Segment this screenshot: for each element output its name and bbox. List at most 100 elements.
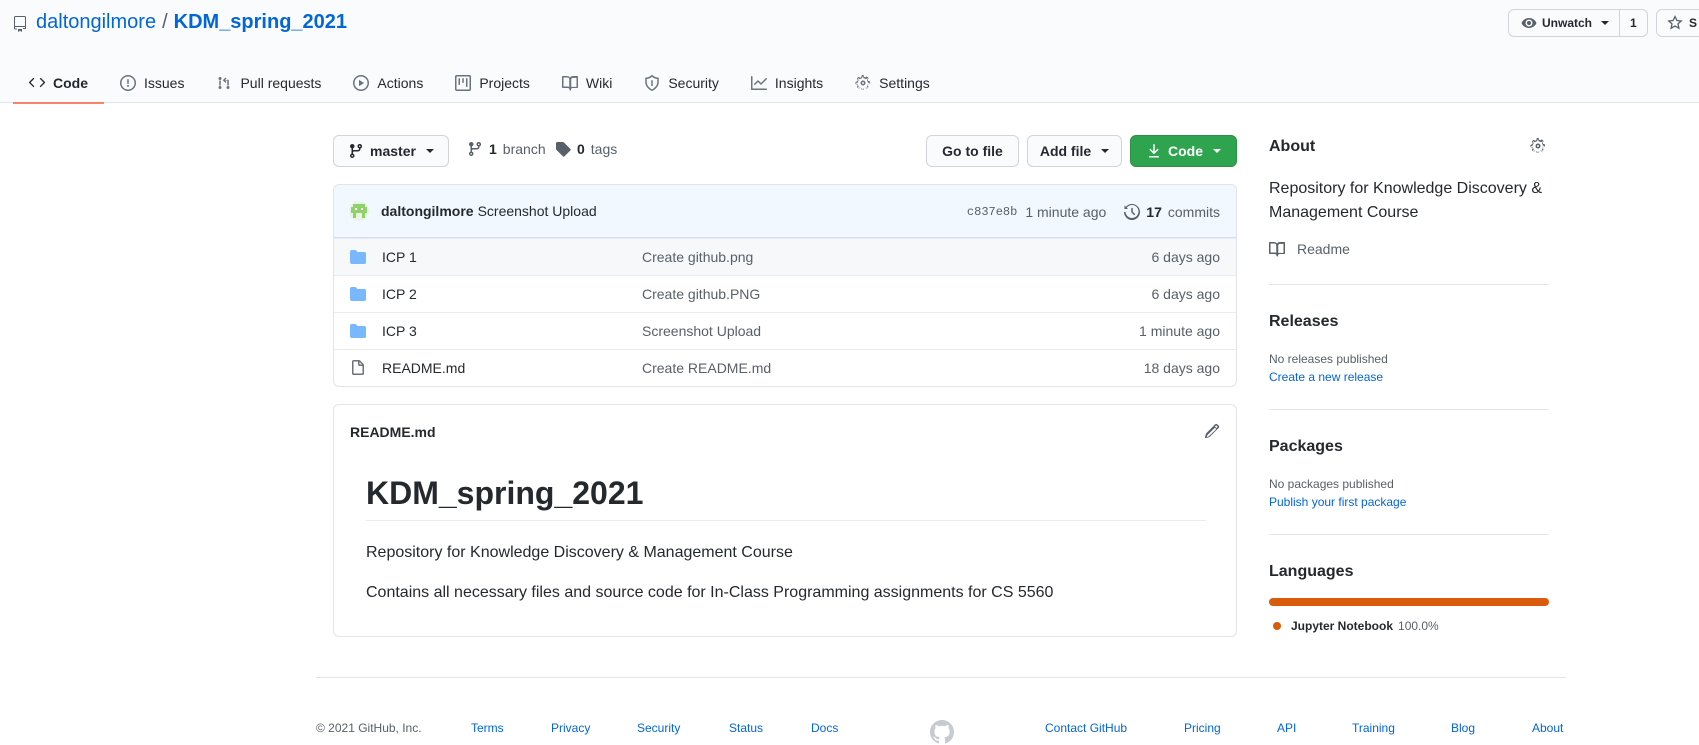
file-row[interactable]: README.md Create README.md 18 days ago [334, 349, 1236, 386]
repo-name-link[interactable]: KDM_spring_2021 [174, 11, 347, 34]
pencil-icon[interactable] [1204, 423, 1220, 439]
repo-icon [14, 15, 26, 32]
commits-link[interactable]: 17 commits [1124, 204, 1220, 220]
download-icon [1146, 143, 1162, 159]
footer-link-about[interactable]: About [1532, 721, 1563, 735]
footer-link-security[interactable]: Security [637, 721, 680, 735]
tab-label: Code [53, 74, 88, 91]
tab-pull-requests[interactable]: Pull requests [200, 62, 337, 103]
releases-heading[interactable]: Releases [1269, 313, 1338, 331]
tag-count: 0 [577, 141, 585, 157]
file-commit-message-link[interactable]: Create github.png [642, 249, 753, 265]
language-color-dot [1273, 622, 1281, 630]
tab-wiki[interactable]: Wiki [546, 62, 628, 103]
code-download-button[interactable]: Code [1130, 135, 1237, 167]
branch-name: master [370, 143, 416, 159]
packages-heading[interactable]: Packages [1269, 438, 1343, 456]
chevron-down-icon [1601, 21, 1610, 25]
file-age: 1 minute ago [1139, 323, 1220, 339]
footer-link-api[interactable]: API [1277, 721, 1296, 735]
tab-label: Security [668, 74, 719, 91]
languages-heading: Languages [1269, 563, 1354, 580]
star-button[interactable]: S [1656, 9, 1699, 37]
commit-count: 17 [1146, 203, 1162, 220]
folder-icon [350, 323, 366, 339]
footer-link-privacy[interactable]: Privacy [551, 721, 590, 735]
file-age: 18 days ago [1143, 360, 1220, 376]
github-logo-icon[interactable] [930, 720, 954, 744]
tab-label: Projects [479, 74, 530, 91]
star-icon [1667, 15, 1683, 31]
footer-link-terms[interactable]: Terms [471, 721, 504, 735]
readme-heading: KDM_spring_2021 [366, 475, 1206, 521]
footer-link-contact[interactable]: Contact GitHub [1045, 721, 1127, 735]
issue-icon [120, 74, 136, 91]
tab-label: Actions [377, 74, 424, 91]
language-bar [1269, 598, 1549, 606]
shield-icon [644, 74, 660, 91]
file-age: 6 days ago [1151, 249, 1221, 265]
repo-owner-link[interactable]: daltongilmore [36, 11, 156, 34]
tab-issues[interactable]: Issues [104, 62, 200, 103]
unwatch-button[interactable]: Unwatch [1509, 10, 1621, 36]
star-label: S [1689, 16, 1698, 30]
project-icon [455, 74, 472, 91]
file-name-link[interactable]: README.md [382, 360, 465, 376]
tab-actions[interactable]: Actions [337, 62, 439, 103]
sidebar-divider [1269, 534, 1549, 535]
commit-message-link[interactable]: Screenshot Upload [478, 203, 597, 219]
gear-icon [855, 74, 871, 91]
tab-settings[interactable]: Settings [839, 62, 946, 103]
footer-link-blog[interactable]: Blog [1451, 721, 1475, 735]
file-age: 6 days ago [1151, 286, 1221, 302]
avatar[interactable] [349, 201, 369, 221]
tab-label: Pull requests [240, 74, 322, 91]
tab-code[interactable]: Code [13, 62, 104, 104]
commit-author-link[interactable]: daltongilmore [381, 203, 474, 219]
code-button-label: Code [1168, 143, 1203, 159]
repo-title: daltongilmore / KDM_spring_2021 [14, 11, 347, 34]
tab-label: Insights [774, 74, 824, 91]
file-name-link[interactable]: ICP 2 [382, 286, 417, 302]
gear-icon[interactable] [1530, 138, 1546, 154]
tab-insights[interactable]: Insights [735, 62, 839, 103]
tag-icon [555, 141, 571, 157]
branch-select-button[interactable]: master [333, 135, 449, 167]
chevron-down-icon [1101, 149, 1110, 153]
footer-link-training[interactable]: Training [1352, 721, 1395, 735]
footer-link-status[interactable]: Status [729, 721, 763, 735]
file-row[interactable]: ICP 2 Create github.PNG 6 days ago [334, 275, 1236, 312]
tab-security[interactable]: Security [628, 62, 735, 103]
branch-count-label: branch [502, 141, 546, 157]
language-item[interactable]: Jupyter Notebook 100.0% [1273, 619, 1439, 633]
history-icon [1124, 203, 1141, 220]
branches-link[interactable]: 1 branch [467, 141, 546, 157]
commit-count-label: commits [1167, 203, 1220, 220]
chevron-down-icon [425, 149, 434, 153]
create-release-link[interactable]: Create a new release [1269, 370, 1383, 384]
commit-sha-link[interactable]: c837e8b [967, 205, 1017, 219]
commit-age: 1 minute ago [1025, 203, 1107, 220]
file-row[interactable]: ICP 1 Create github.png 6 days ago [334, 238, 1236, 275]
language-name: Jupyter Notebook [1291, 619, 1394, 633]
tags-link[interactable]: 0 tags [555, 141, 617, 157]
readme-link[interactable]: Readme [1269, 241, 1350, 257]
footer-link-pricing[interactable]: Pricing [1184, 721, 1221, 735]
add-file-label: Add file [1039, 143, 1092, 159]
file-name-link[interactable]: ICP 1 [382, 249, 417, 265]
file-commit-message-link[interactable]: Screenshot Upload [642, 323, 761, 339]
file-commit-message-link[interactable]: Create github.PNG [642, 286, 760, 302]
add-file-button[interactable]: Add file [1027, 135, 1122, 167]
latest-commit-bar: daltongilmore Screenshot Upload c837e8b … [334, 185, 1236, 238]
file-name-link[interactable]: ICP 3 [382, 323, 417, 339]
go-to-file-button[interactable]: Go to file [926, 135, 1019, 167]
file-commit-message-link[interactable]: Create README.md [642, 360, 771, 376]
watch-count[interactable]: 1 [1620, 10, 1647, 36]
repo-separator: / [162, 11, 168, 33]
file-row[interactable]: ICP 3 Screenshot Upload 1 minute ago [334, 312, 1236, 349]
publish-package-link[interactable]: Publish your first package [1269, 495, 1406, 509]
tab-projects[interactable]: Projects [439, 62, 546, 103]
footer-link-docs[interactable]: Docs [811, 721, 838, 735]
book-icon [1269, 241, 1285, 257]
tag-count-label: tags [590, 141, 618, 157]
